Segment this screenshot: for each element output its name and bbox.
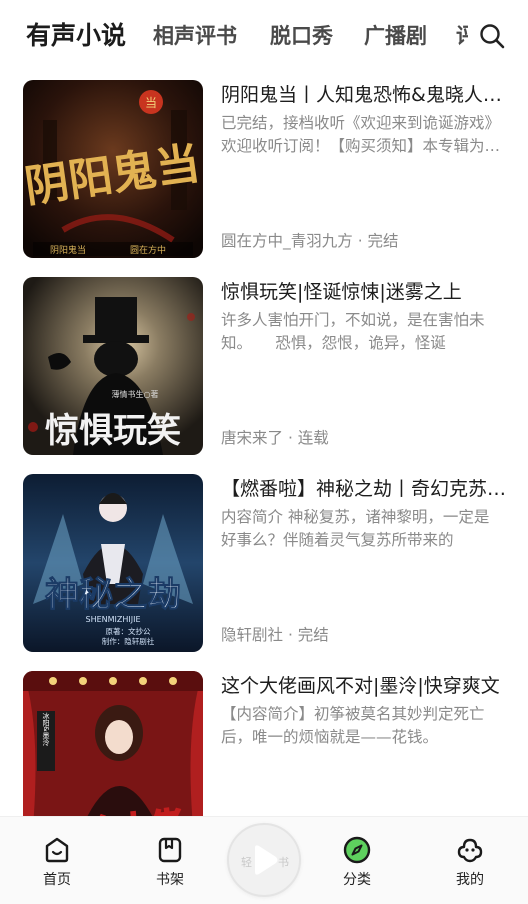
tab-storytelling[interactable]: 评书 xyxy=(456,18,468,54)
cover-caption: 制作：隐轩剧社 xyxy=(102,636,155,646)
book-title[interactable]: 惊惧玩笑|怪诞惊悚|迷雾之上 xyxy=(221,279,507,305)
book-cover[interactable]: 薄情书生○著 惊惧玩笑 xyxy=(23,277,203,455)
book-title[interactable]: 这个大佬画风不对|墨泠|快穿爽文 xyxy=(221,673,507,699)
top-tab-bar: 有声小说 相声评书 脱口秀 广播剧 评书 xyxy=(0,0,528,70)
tab-audio-novel[interactable]: 有声小说 xyxy=(26,18,126,54)
book-author: 圆在方中_青羽九方 xyxy=(221,232,353,250)
cover-caption: SHENMIZHIJIE xyxy=(85,615,140,624)
book-meta: 隐轩剧社 · 完结 xyxy=(221,624,329,646)
book-author: 唐宋来了 xyxy=(221,429,284,447)
home-icon xyxy=(45,837,69,863)
cover-caption: 阴阳鬼当 xyxy=(50,244,86,256)
tab-talk-show[interactable]: 脱口秀 xyxy=(270,18,333,54)
bottom-navigation: 首页 书架 轻 书 分类 我的 xyxy=(0,816,528,904)
nav-home[interactable]: 首页 xyxy=(17,835,97,889)
cover-caption: 原著：文抄公 xyxy=(106,626,151,636)
search-icon[interactable] xyxy=(478,22,506,50)
book-cover[interactable]: 当 阴阳鬼当 阴阳鬼当 圆在方中 xyxy=(23,80,203,258)
book-list[interactable]: 当 阴阳鬼当 阴阳鬼当 圆在方中 阴阳鬼当丨人知鬼恐怖&鬼晓人心毒 已完结，接档… xyxy=(0,70,528,816)
book-meta: 唐宋来了 · 连载 xyxy=(221,427,329,449)
book-title[interactable]: 【燃番啦】神秘之劫丨奇幻克苏鲁丨多人有声剧 xyxy=(221,476,507,502)
book-card[interactable]: 当 阴阳鬼当 阴阳鬼当 圆在方中 阴阳鬼当丨人知鬼恐怖&鬼晓人心毒 已完结，接档… xyxy=(0,70,528,258)
compass-icon xyxy=(343,836,371,864)
bookshelf-icon xyxy=(158,837,182,863)
nav-profile[interactable]: 我的 xyxy=(430,835,510,889)
book-cover[interactable]: 冰阳&墨泠 这个大佬 xyxy=(23,671,203,816)
nav-profile-label: 我的 xyxy=(456,872,484,888)
nav-home-label: 首页 xyxy=(43,872,71,888)
book-author: 隐轩剧社 xyxy=(221,626,284,644)
cover-caption: 圆在方中 xyxy=(130,244,166,256)
book-status: 连载 xyxy=(297,429,329,447)
book-card[interactable]: 薄情书生○著 惊惧玩笑 惊惧玩笑|怪诞惊悚|迷雾之上 许多人害怕开门，不如说，是… xyxy=(0,267,528,455)
meta-separator: · xyxy=(283,626,298,644)
cover-caption: 冰阳&墨泠 xyxy=(42,711,50,746)
book-card[interactable]: 神秘之劫 SHENMIZHIJIE 原著：文抄公 制作：隐轩剧社 【燃番啦】神秘… xyxy=(0,464,528,652)
player-text: 书 xyxy=(278,856,289,869)
cover-caption: 薄情书生○著 xyxy=(112,389,159,399)
cover-title-art: 神秘之劫 xyxy=(45,575,181,615)
nav-category[interactable]: 分类 xyxy=(317,835,397,889)
nav-category-label: 分类 xyxy=(343,872,371,888)
svg-text:当: 当 xyxy=(145,96,157,110)
book-cover[interactable]: 神秘之劫 SHENMIZHIJIE 原著：文抄公 制作：隐轩剧社 xyxy=(23,474,203,652)
book-card[interactable]: 冰阳&墨泠 这个大佬 这个大佬画风不对|墨泠|快穿爽文 【内容简介】初筝被莫名其… xyxy=(0,661,528,816)
meta-separator: · xyxy=(352,232,368,250)
book-status: 完结 xyxy=(367,232,399,250)
nav-bookshelf-label: 书架 xyxy=(156,872,184,888)
nav-bookshelf[interactable]: 书架 xyxy=(130,835,210,889)
profile-icon xyxy=(457,838,483,863)
book-description: 许多人害怕开门，不如说，是在害怕未知。 恐惧，怨恨，诡异，怪诞 xyxy=(221,311,485,352)
book-description: 【内容简介】初筝被莫名其妙判定死亡后，唯一的烦恼就是——花钱。 xyxy=(221,705,485,746)
player-button[interactable]: 轻 书 xyxy=(227,823,301,897)
book-title[interactable]: 阴阳鬼当丨人知鬼恐怖&鬼晓人心毒 xyxy=(221,82,507,108)
meta-separator: · xyxy=(283,429,298,447)
book-description: 内容简介 神秘复苏，诸神黎明，一定是好事么？伴随着灵气复苏所带来的 xyxy=(221,508,490,549)
book-meta: 圆在方中_青羽九方 · 完结 xyxy=(221,230,399,252)
book-description: 已完结，接档收听《欢迎来到诡诞游戏》欢迎收听订阅！【购买须知】本专辑为付费内容 xyxy=(221,114,501,155)
tab-crosstalk[interactable]: 相声评书 xyxy=(153,18,237,54)
tab-radio-drama[interactable]: 广播剧 xyxy=(364,18,427,54)
book-status: 完结 xyxy=(297,626,329,644)
cover-title-art: 惊惧玩笑 xyxy=(45,411,181,451)
